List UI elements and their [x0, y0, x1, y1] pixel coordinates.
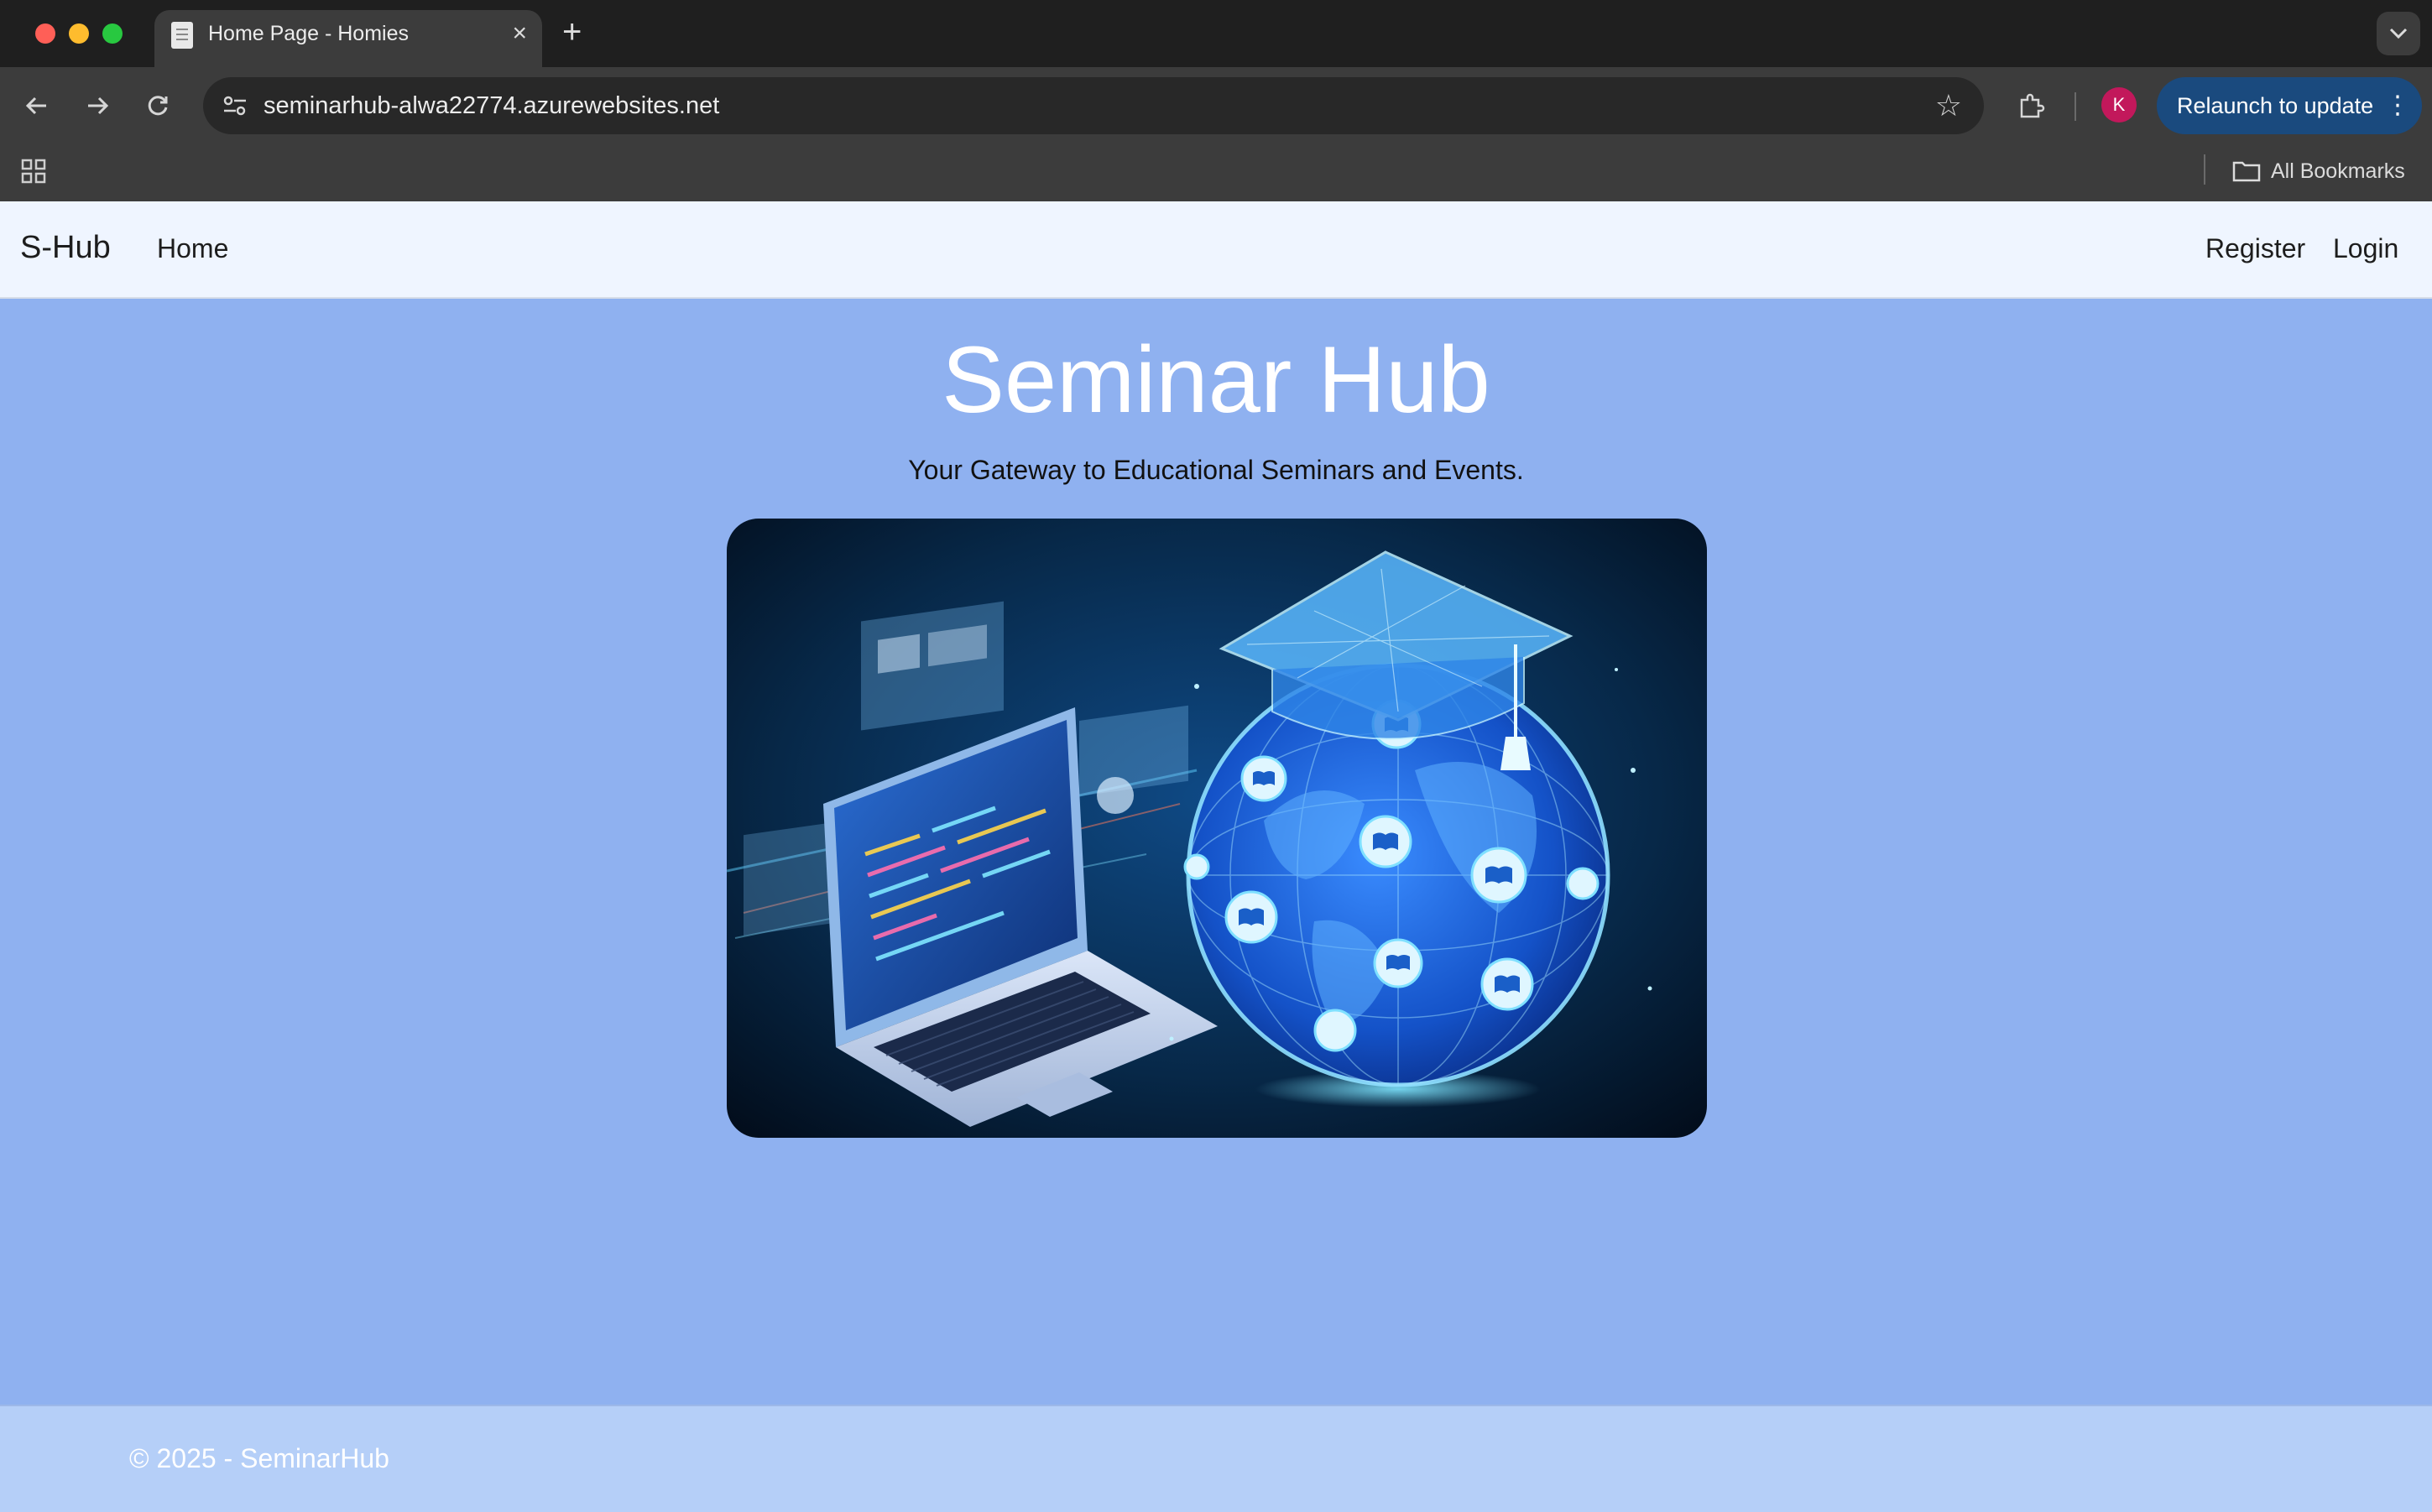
browser-toolbar: seminarhub-alwa22774.azurewebsites.net ☆…: [0, 67, 2432, 144]
toolbar-divider: [2075, 92, 2076, 121]
kebab-menu-icon[interactable]: ⋮: [2385, 89, 2410, 123]
reload-button[interactable]: [138, 86, 178, 126]
forward-arrow-icon: [88, 96, 109, 115]
tab-search-button[interactable]: [2377, 12, 2420, 55]
back-button[interactable]: [17, 86, 57, 126]
maximize-window-button[interactable]: [102, 23, 123, 44]
apps-grid-icon[interactable]: [17, 154, 50, 188]
minimize-window-button[interactable]: [69, 23, 89, 44]
new-tab-button[interactable]: +: [562, 13, 582, 50]
nav-login-link[interactable]: Login: [2333, 233, 2398, 264]
tab-title: Home Page - Homies: [208, 22, 409, 45]
bookmark-star-icon[interactable]: ☆: [1935, 87, 1962, 124]
site-footer: © 2025 - SeminarHub: [0, 1405, 2432, 1512]
chevron-down-icon: [2389, 28, 2408, 39]
close-window-button[interactable]: [35, 23, 55, 44]
active-tab[interactable]: Home Page - Homies ×: [154, 10, 542, 67]
hero-illustration: [727, 519, 1707, 1138]
profile-avatar[interactable]: K: [2101, 87, 2137, 123]
tab-close-icon[interactable]: ×: [512, 18, 527, 49]
bookmarks-divider: [2204, 154, 2205, 185]
education-illustration-image: [727, 519, 1707, 1138]
url-text[interactable]: seminarhub-alwa22774.azurewebsites.net: [264, 92, 719, 120]
hero-title: Seminar Hub: [942, 327, 1490, 432]
bookmarks-bar: All Bookmarks: [0, 144, 2432, 201]
nav-home-link[interactable]: Home: [157, 233, 228, 264]
brand-logo-link[interactable]: S-Hub: [20, 230, 111, 266]
site-info-icon[interactable]: [218, 89, 252, 123]
reload-icon: [148, 96, 168, 116]
relaunch-label: Relaunch to update: [2177, 93, 2374, 118]
all-bookmarks-button[interactable]: All Bookmarks: [2232, 154, 2405, 188]
address-bar[interactable]: seminarhub-alwa22774.azurewebsites.net ☆: [203, 77, 1984, 134]
nav-register-link[interactable]: Register: [2205, 233, 2305, 264]
site-navbar: S-Hub Home Register Login: [0, 201, 2432, 299]
extensions-puzzle-icon[interactable]: [2011, 86, 2051, 126]
page-favicon-icon: [171, 22, 193, 49]
forward-button[interactable]: [77, 86, 117, 126]
footer-copyright: © 2025 - SeminarHub: [129, 1443, 389, 1473]
all-bookmarks-label: All Bookmarks: [2271, 159, 2405, 183]
hero-subtitle: Your Gateway to Educational Seminars and…: [908, 455, 1524, 485]
tab-strip: Home Page - Homies × +: [0, 0, 2432, 67]
relaunch-to-update-button[interactable]: Relaunch to update ⋮: [2157, 77, 2422, 134]
folder-icon: [2232, 161, 2261, 182]
page-viewport: S-Hub Home Register Login Seminar Hub Yo…: [0, 201, 2432, 1512]
back-arrow-icon: [25, 96, 46, 115]
